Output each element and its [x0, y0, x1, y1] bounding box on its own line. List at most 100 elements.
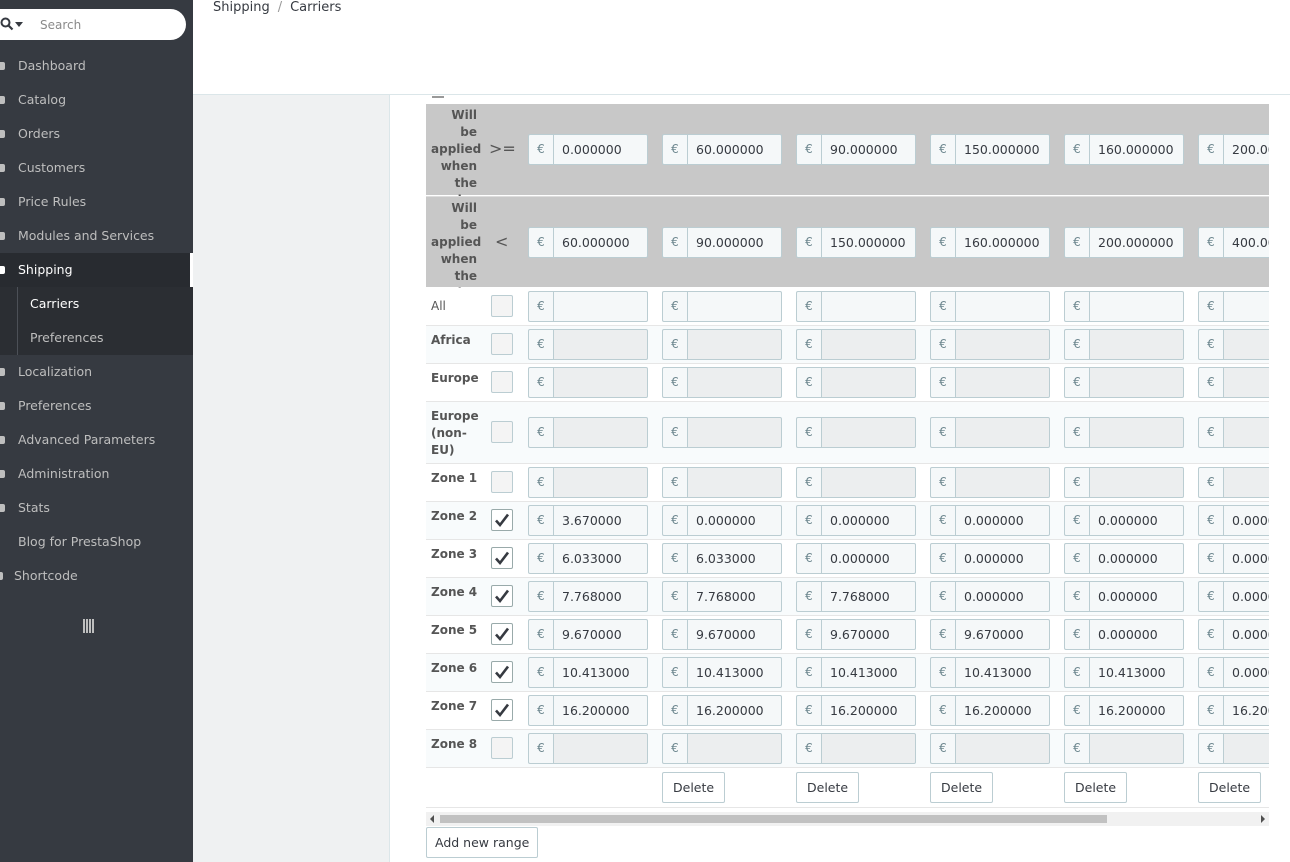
breadcrumb-parent[interactable]: Shipping [213, 0, 270, 15]
price-field[interactable] [687, 733, 782, 764]
price-field[interactable]: 0.000000 [821, 543, 916, 574]
price-input[interactable]: €0.000000 [1198, 581, 1269, 612]
price-input[interactable]: € [796, 467, 916, 498]
price-input[interactable]: €0.000000 [1198, 543, 1269, 574]
range-from-input[interactable]: €160.000000 [1064, 134, 1184, 165]
price-input[interactable]: € [930, 367, 1050, 398]
add-new-range-button[interactable]: Add new range [426, 827, 539, 858]
price-input[interactable]: €0.000000 [1064, 581, 1184, 612]
price-field[interactable]: 7.768000 [821, 581, 916, 612]
price-field[interactable] [1223, 467, 1269, 498]
price-field[interactable]: 16.200000 [687, 695, 782, 726]
sidebar-item-orders[interactable]: Orders [0, 117, 193, 151]
price-input[interactable]: €7.768000 [528, 581, 648, 612]
price-field[interactable]: 60.000000 [553, 227, 648, 258]
zone-checkbox[interactable] [491, 471, 513, 493]
price-input[interactable]: €10.413000 [930, 657, 1050, 688]
price-field[interactable] [553, 417, 648, 448]
price-field[interactable] [955, 467, 1050, 498]
price-input[interactable]: €0.000000 [1064, 543, 1184, 574]
price-field[interactable] [687, 291, 782, 322]
price-field[interactable] [687, 417, 782, 448]
sidebar-item-preferences[interactable]: Preferences [0, 389, 193, 423]
price-field[interactable] [821, 367, 916, 398]
price-field[interactable]: 0.000000 [553, 134, 648, 165]
price-field[interactable]: 0.000000 [955, 505, 1050, 536]
range-to-input[interactable]: €90.000000 [662, 227, 782, 258]
price-input[interactable]: € [796, 733, 916, 764]
price-input[interactable]: € [662, 367, 782, 398]
price-input[interactable]: €9.670000 [662, 619, 782, 650]
range-from-input[interactable]: €90.000000 [796, 134, 916, 165]
sidebar-item-modules[interactable]: Modules and Services [0, 219, 193, 253]
price-field[interactable]: 0.000000 [1089, 619, 1184, 650]
price-input[interactable]: €7.768000 [662, 581, 782, 612]
range-to-input[interactable]: €200.000000 [1064, 227, 1184, 258]
price-field[interactable]: 10.413000 [955, 657, 1050, 688]
range-from-input[interactable]: €200.000000 [1198, 134, 1269, 165]
price-input[interactable]: € [528, 733, 648, 764]
price-input[interactable]: € [1064, 417, 1184, 448]
price-field[interactable]: 0.000000 [1089, 581, 1184, 612]
price-field[interactable]: 16.200000 [553, 695, 648, 726]
price-field[interactable] [1089, 467, 1184, 498]
price-input[interactable]: €10.413000 [662, 657, 782, 688]
range-from-input[interactable]: €60.000000 [662, 134, 782, 165]
sidebar-item-shipping[interactable]: Shipping [0, 253, 193, 287]
price-field[interactable]: 16.200000 [1223, 695, 1269, 726]
price-input[interactable]: €16.200000 [1198, 695, 1269, 726]
price-field[interactable]: 60.000000 [687, 134, 782, 165]
price-input[interactable]: €9.670000 [796, 619, 916, 650]
price-field[interactable] [1223, 291, 1269, 322]
price-field[interactable] [955, 417, 1050, 448]
price-input[interactable]: € [1198, 467, 1269, 498]
price-input[interactable]: €10.413000 [528, 657, 648, 688]
price-input[interactable]: €0.000000 [1064, 619, 1184, 650]
sidebar-item-price-rules[interactable]: Price Rules [0, 185, 193, 219]
submenu-item-carriers[interactable]: Carriers [0, 287, 193, 321]
price-input[interactable]: € [1198, 291, 1269, 322]
delete-range-button[interactable]: Delete [796, 772, 860, 803]
price-field[interactable]: 9.670000 [821, 619, 916, 650]
zone-checkbox[interactable] [491, 585, 513, 607]
price-field[interactable] [553, 329, 648, 360]
delete-range-button[interactable]: Delete [1198, 772, 1262, 803]
price-field[interactable]: 200.000000 [1223, 134, 1269, 165]
price-input[interactable]: €0.000000 [930, 581, 1050, 612]
price-field[interactable] [1223, 329, 1269, 360]
sidebar-item-shortcode[interactable]: Shortcode [0, 559, 193, 593]
price-field[interactable]: 9.670000 [687, 619, 782, 650]
price-input[interactable]: € [930, 467, 1050, 498]
price-input[interactable]: € [1064, 467, 1184, 498]
price-field[interactable] [553, 367, 648, 398]
price-input[interactable]: €9.670000 [528, 619, 648, 650]
price-input[interactable]: € [1198, 367, 1269, 398]
price-field[interactable]: 0.000000 [821, 505, 916, 536]
price-field[interactable]: 160.000000 [955, 227, 1050, 258]
price-field[interactable] [687, 467, 782, 498]
price-field[interactable]: 400.000000 [1223, 227, 1269, 258]
delete-range-button[interactable]: Delete [662, 772, 726, 803]
scroll-right-icon[interactable] [1261, 815, 1265, 823]
price-input[interactable]: €3.670000 [528, 505, 648, 536]
sidebar-item-localization[interactable]: Localization [0, 355, 193, 389]
price-input[interactable]: €0.000000 [1198, 657, 1269, 688]
price-input[interactable]: € [796, 417, 916, 448]
price-field[interactable] [1089, 417, 1184, 448]
price-field[interactable] [821, 467, 916, 498]
price-field[interactable] [1223, 733, 1269, 764]
price-input[interactable]: €16.200000 [662, 695, 782, 726]
price-input[interactable]: €0.000000 [796, 543, 916, 574]
price-field[interactable] [553, 733, 648, 764]
collapse-menu-icon[interactable] [83, 619, 95, 633]
range-to-input[interactable]: €400.000000 [1198, 227, 1269, 258]
price-field[interactable] [821, 733, 916, 764]
zone-checkbox[interactable] [491, 421, 513, 443]
price-field[interactable]: 200.000000 [1089, 227, 1184, 258]
price-field[interactable]: 6.033000 [553, 543, 648, 574]
price-field[interactable]: 0.000000 [1223, 543, 1269, 574]
price-input[interactable]: € [528, 329, 648, 360]
price-input[interactable]: € [1198, 417, 1269, 448]
price-field[interactable]: 0.000000 [1223, 581, 1269, 612]
sidebar-item-dashboard[interactable]: Dashboard [0, 49, 193, 83]
